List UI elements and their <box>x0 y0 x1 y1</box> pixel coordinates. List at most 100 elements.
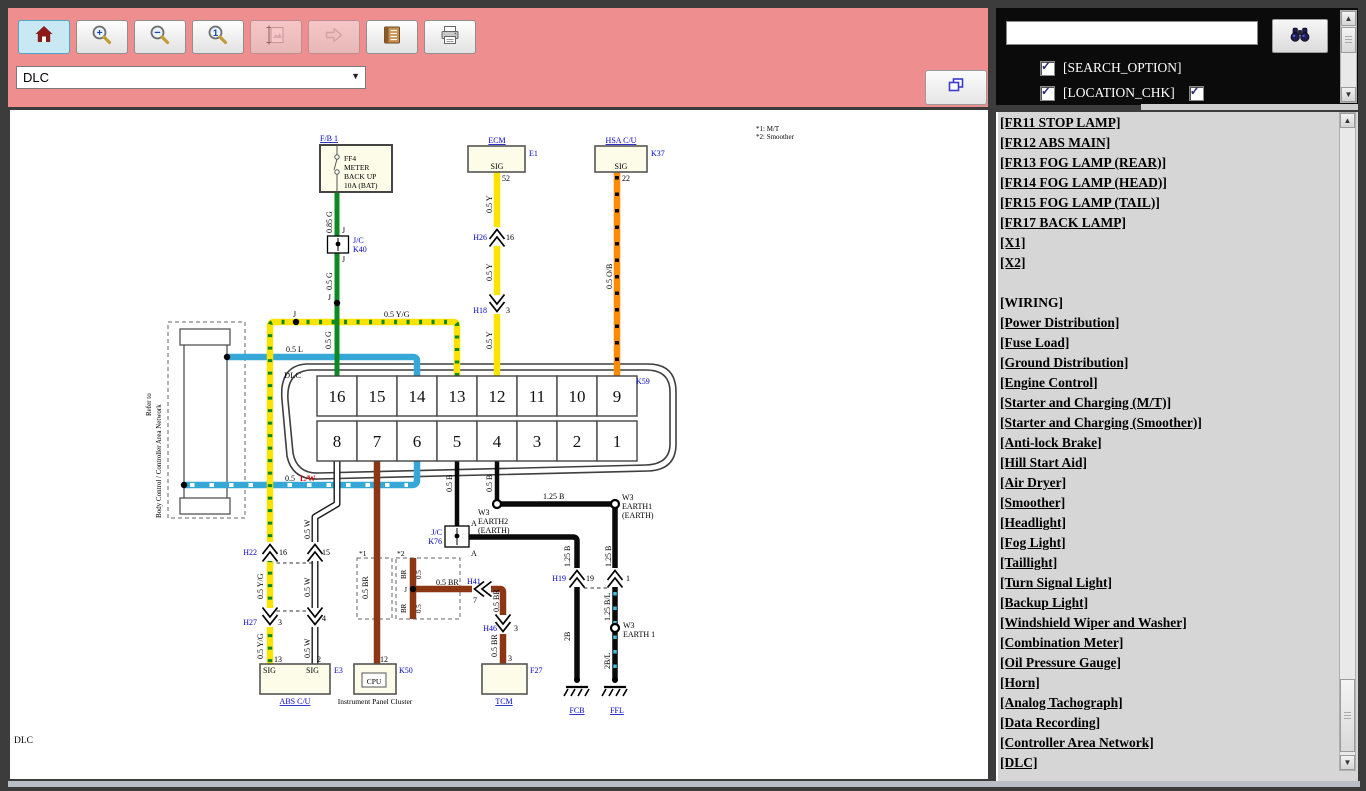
search-panel-scrollbar[interactable]: ▲ ▼ <box>1340 10 1357 103</box>
wiring-link[interactable]: [Oil Pressure Gauge] <box>1000 653 1358 673</box>
diagram-label: J <box>342 255 345 264</box>
wire-white <box>315 461 337 664</box>
diagram-canvas[interactable]: 16151413121110987654321 <box>10 110 988 779</box>
diagram-label: 2B/L <box>603 652 612 669</box>
link-gap <box>1000 273 1358 293</box>
search-option-checkbox[interactable]: ✓ <box>1040 61 1055 76</box>
diagram-label: F/B 1 <box>320 134 338 143</box>
scroll-up-button[interactable]: ▲ <box>1340 113 1355 128</box>
svg-text:−: − <box>154 27 160 39</box>
wiring-link[interactable]: [WIRING] <box>1000 293 1358 313</box>
scroll-up-button[interactable]: ▲ <box>1341 11 1356 26</box>
wiring-link[interactable]: [FR11 STOP LAMP] <box>1000 113 1358 133</box>
wiring-link[interactable]: [DLC] <box>1000 753 1358 773</box>
scrollbar-thumb[interactable] <box>1340 679 1355 752</box>
copy-window-icon <box>944 73 968 102</box>
dlc-pin-number: 13 <box>449 387 466 406</box>
wiring-link[interactable]: [Smoother] <box>1000 493 1358 513</box>
diagram-label: 0.5 <box>415 570 423 579</box>
index-scrollbar[interactable]: ▲ ▼ <box>1339 112 1356 771</box>
wiring-link[interactable]: [Analog Tachograph] <box>1000 693 1358 713</box>
diagram-label: TCM <box>495 697 512 706</box>
horizontal-scrollbar-remnant[interactable] <box>1141 104 1358 110</box>
wiring-link[interactable]: [Taillight] <box>1000 553 1358 573</box>
wiring-link[interactable]: [Backup Light] <box>1000 593 1358 613</box>
diagram-label: ABS C/U <box>280 697 311 706</box>
wiring-link[interactable]: [Hill Start Aid] <box>1000 453 1358 473</box>
wiring-link[interactable]: [Air Dryer] <box>1000 473 1358 493</box>
index-button[interactable] <box>366 20 418 54</box>
zoom-actual-button[interactable]: 1 <box>192 20 244 54</box>
wiring-link[interactable]: [Horn] <box>1000 673 1358 693</box>
zoom-out-button[interactable]: − <box>134 20 186 54</box>
wiring-link[interactable]: [Fog Light] <box>1000 533 1358 553</box>
diagram-label: SIG <box>263 666 276 675</box>
wiring-link[interactable]: [Starter and Charging (M/T)] <box>1000 393 1358 413</box>
diagram-label: HSA C/U <box>606 136 637 145</box>
wiring-link[interactable]: [Combination Meter] <box>1000 633 1358 653</box>
diagram-label: 16 <box>279 548 287 557</box>
wiring-link[interactable]: [Turn Signal Light] <box>1000 573 1358 593</box>
dlc-pin-number: 12 <box>489 387 506 406</box>
wiring-link[interactable]: [FR17 BACK LAMP] <box>1000 213 1358 233</box>
location-chk-checkbox[interactable]: ✓ <box>1040 86 1055 101</box>
wiring-link[interactable]: [Power Distribution] <box>1000 313 1358 333</box>
diagram-label: 0.5 <box>285 474 295 483</box>
dlc-pin-number: 6 <box>413 432 422 451</box>
diagram-label: (EARTH) <box>622 511 654 520</box>
diagram-label: J/C <box>353 236 364 245</box>
diagram-label: 0.5 BR <box>361 576 370 599</box>
wiring-link[interactable]: [FR14 FOG LAMP (HEAD)] <box>1000 173 1358 193</box>
scroll-down-button[interactable]: ▼ <box>1341 87 1356 102</box>
wiring-link[interactable]: [Fuse Load] <box>1000 333 1358 353</box>
bus-tap-dot <box>224 354 230 360</box>
wiring-link[interactable]: [X2] <box>1000 253 1358 273</box>
diagram-label: H27 <box>243 618 257 627</box>
diagram-label: 0.5 Y/G <box>384 310 410 319</box>
wiring-link[interactable]: [X1] <box>1000 233 1358 253</box>
wiring-link[interactable]: [Anti-lock Brake] <box>1000 433 1358 453</box>
diagram-label: BR <box>400 569 408 579</box>
wiring-link[interactable]: [Controller Area Network] <box>1000 733 1358 753</box>
diagram-label: 0.5 B <box>485 475 494 492</box>
wiring-link[interactable]: [Windshield Wiper and Washer] <box>1000 613 1358 633</box>
earth-splice <box>493 500 501 508</box>
print-button[interactable] <box>424 20 476 54</box>
wiring-link[interactable]: [FR15 FOG LAMP (TAIL)] <box>1000 193 1358 213</box>
wiring-link[interactable]: [FR12 ABS MAIN] <box>1000 133 1358 153</box>
diagram-label: (EARTH) <box>478 526 510 535</box>
wiring-link[interactable]: [Starter and Charging (Smoother)] <box>1000 413 1358 433</box>
diagram-label: 1.25 B/L <box>603 592 612 621</box>
diagram-label: H22 <box>243 548 257 557</box>
wiring-link[interactable]: [Engine Control] <box>1000 373 1358 393</box>
diagram-label: 0.85 G <box>325 211 334 233</box>
home-button[interactable] <box>18 20 70 54</box>
diagram-label: H19 <box>552 574 566 583</box>
diagram-label: SIG <box>615 162 628 171</box>
diagram-select[interactable]: DLC ▼ <box>16 66 366 89</box>
window-bottom-edge <box>8 781 1360 787</box>
diagram-label: *2: Smoother <box>756 133 795 141</box>
wiring-link[interactable]: [Data Recording] <box>1000 713 1358 733</box>
diagram-label: 16 <box>506 233 514 242</box>
scrollbar-thumb[interactable] <box>1341 27 1356 53</box>
search-button[interactable] <box>1272 19 1328 53</box>
zoom-in-button[interactable]: + <box>76 20 128 54</box>
diagram-title: DLC <box>14 736 33 746</box>
scroll-down-button[interactable]: ▼ <box>1340 755 1355 770</box>
diagram-label: 19 <box>586 574 594 583</box>
diagram-label: 3 <box>514 624 518 633</box>
diagram-label: ECM <box>488 136 505 145</box>
wiring-link-list: [FR11 STOP LAMP][FR12 ABS MAIN][FR13 FOG… <box>1000 113 1358 773</box>
dlc-pin-number: 3 <box>533 432 542 451</box>
wiring-link[interactable]: [Ground Distribution] <box>1000 353 1358 373</box>
location-extra-checkbox[interactable]: ✓ <box>1189 86 1204 101</box>
diagram-label: 2B <box>563 632 572 641</box>
wiring-link[interactable]: [Headlight] <box>1000 513 1358 533</box>
open-new-window-button[interactable] <box>925 70 987 105</box>
can-bus-reference <box>168 322 245 518</box>
diagram-label: W3 <box>623 621 635 630</box>
diagram-label: FFL <box>610 706 624 715</box>
wiring-link[interactable]: [FR13 FOG LAMP (REAR)] <box>1000 153 1358 173</box>
search-input[interactable] <box>1006 21 1258 45</box>
